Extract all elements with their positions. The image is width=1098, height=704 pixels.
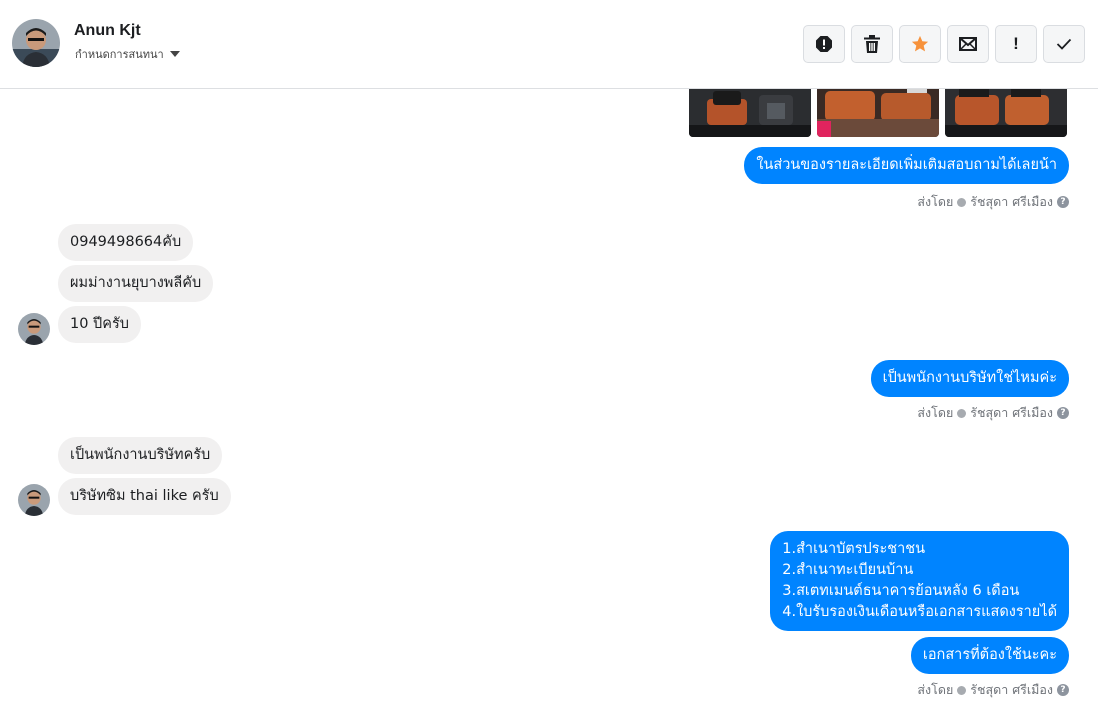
trash-icon	[864, 35, 880, 53]
sent-by-prefix: ส่งโดย	[917, 194, 954, 209]
conversation-toolbar: !	[803, 25, 1085, 63]
important-icon: !	[1013, 34, 1019, 53]
sent-by-prefix: ส่งโดย	[917, 405, 954, 420]
sent-by-prefix: ส่งโดย	[917, 682, 954, 697]
message-bubble-outgoing[interactable]: 1.สำเนาบัตรประชาชน 2.สำเนาทะเบียนบ้าน 3.…	[770, 531, 1069, 631]
message-bubble-incoming[interactable]: บริษัทซิม thai like ครับ	[58, 478, 231, 515]
message-thread[interactable]: ในส่วนของรายละเอียดเพิ่มเติมสอบถามได้เลย…	[0, 89, 1098, 704]
mark-unread-button[interactable]	[947, 25, 989, 63]
contact-avatar-small[interactable]	[18, 313, 50, 345]
mark-important-button[interactable]: !	[995, 25, 1037, 63]
message-bubble-outgoing[interactable]: ในส่วนของรายละเอียดเพิ่มเติมสอบถามได้เลย…	[744, 147, 1069, 184]
sent-by-line: ส่งโดย รัชสุดา ศรีเมือง ?	[917, 403, 1069, 423]
sender-name[interactable]: รัชสุดา ศรีเมือง	[970, 680, 1053, 700]
mail-icon	[959, 37, 977, 51]
sent-by-line: ส่งโดย รัชสุดา ศรีเมือง ?	[917, 680, 1069, 700]
conversation-header: Anun Kjt กำหนดการสนทนา !	[0, 0, 1098, 89]
message-bubble-incoming[interactable]: ผมม่างานยุบางพลีคับ	[58, 265, 214, 302]
star-icon	[911, 35, 929, 52]
message-bubble-outgoing[interactable]: เป็นพนักงานบริษัทใช่ไหมค่ะ	[870, 360, 1069, 397]
sender-name[interactable]: รัชสุดา ศรีเมือง	[970, 403, 1053, 423]
message-bubble-incoming[interactable]: 0949498664คับ	[58, 224, 194, 261]
report-icon	[816, 36, 832, 52]
sender-name[interactable]: รัชสุดา ศรีเมือง	[970, 192, 1053, 212]
mark-done-button[interactable]	[1043, 25, 1085, 63]
attachment-photo[interactable]	[945, 89, 1067, 137]
help-icon[interactable]: ?	[1057, 407, 1069, 419]
check-icon	[1056, 38, 1072, 50]
contact-avatar-small[interactable]	[18, 484, 50, 516]
caret-down-icon	[169, 51, 180, 57]
message-bubble-incoming[interactable]: 10 ปีครับ	[58, 306, 141, 343]
report-spam-button[interactable]	[803, 25, 845, 63]
verified-icon	[957, 197, 967, 207]
help-icon[interactable]: ?	[1057, 684, 1069, 696]
message-bubble-incoming[interactable]: เป็นพนักงานบริษัทครับ	[58, 437, 223, 474]
attachment-photo[interactable]	[689, 89, 811, 137]
attachment-photo[interactable]	[817, 89, 939, 137]
sent-by-line: ส่งโดย รัชสุดา ศรีเมือง ?	[917, 192, 1069, 212]
contact-avatar[interactable]	[12, 19, 60, 67]
contact-name: Anun Kjt	[74, 22, 141, 39]
delete-button[interactable]	[851, 25, 893, 63]
conversation-schedule-dropdown[interactable]: กำหนดการสนทนา	[75, 45, 180, 63]
verified-icon	[957, 408, 967, 418]
schedule-label: กำหนดการสนทนา	[75, 48, 164, 61]
message-bubble-outgoing[interactable]: เอกสารที่ต้องใช้นะคะ	[910, 637, 1069, 674]
help-icon[interactable]: ?	[1057, 196, 1069, 208]
star-button[interactable]	[899, 25, 941, 63]
photo-attachments	[689, 89, 1067, 137]
verified-icon	[957, 685, 967, 695]
